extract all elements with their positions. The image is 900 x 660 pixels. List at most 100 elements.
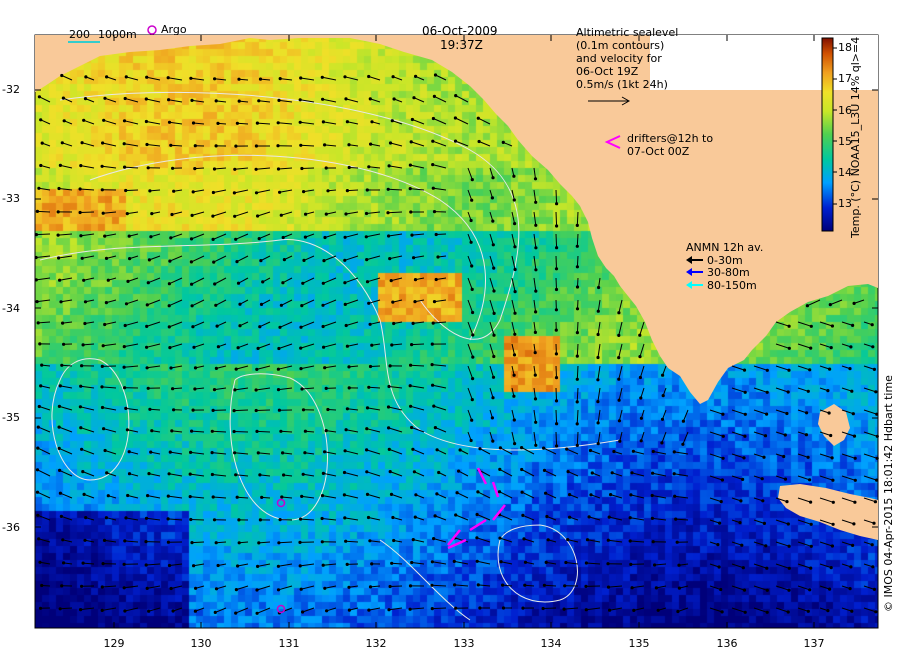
- velocity-arrow: [213, 189, 227, 193]
- velocity-arrow-head: [281, 281, 285, 285]
- velocity-arrow: [630, 494, 645, 499]
- velocity-arrow: [191, 233, 205, 240]
- velocity-arrow-head: [476, 583, 480, 587]
- argo-legend-icon: [147, 25, 157, 35]
- velocity-arrow-head: [167, 563, 172, 568]
- velocity-arrow-head: [809, 500, 813, 504]
- velocity-arrow: [639, 365, 645, 378]
- velocity-arrow: [169, 255, 183, 262]
- velocity-arrow-head: [534, 223, 538, 227]
- velocity-arrow: [433, 321, 447, 324]
- velocity-arrow-head: [214, 144, 218, 148]
- velocity-arrow: [58, 233, 73, 236]
- velocity-arrow: [345, 299, 359, 305]
- velocity-arrow-head: [254, 408, 258, 413]
- velocity-arrow-head: [211, 190, 215, 195]
- velocity-arrow: [467, 321, 474, 336]
- altimetry-line-4: 06-Oct 19Z: [576, 65, 639, 78]
- velocity-arrow: [654, 563, 667, 566]
- velocity-arrow-head: [347, 165, 351, 170]
- velocity-arrow-head: [234, 588, 238, 592]
- velocity-arrow: [682, 431, 689, 445]
- velocity-arrow-head: [367, 74, 371, 79]
- velocity-arrow-head: [145, 303, 149, 307]
- velocity-arrow-head: [302, 190, 306, 194]
- velocity-arrow-head: [568, 515, 572, 519]
- velocity-arrow: [235, 474, 249, 477]
- velocity-arrow: [170, 365, 183, 369]
- velocity-arrow-head: [60, 584, 64, 588]
- velocity-arrow: [36, 255, 51, 258]
- velocity-arrow: [586, 607, 601, 611]
- velocity-arrow-head: [58, 491, 63, 495]
- velocity-arrow: [83, 119, 95, 125]
- velocity-arrow: [60, 164, 73, 169]
- velocity-arrow-head: [499, 560, 503, 564]
- velocity-arrow-head: [596, 309, 600, 313]
- velocity-arrow-head: [389, 492, 394, 496]
- velocity-arrow: [545, 492, 557, 499]
- altimetry-note: Altimetric sealevel (0.1m contours) and …: [576, 26, 678, 91]
- velocity-arrow: [146, 144, 161, 147]
- velocity-arrow-head: [458, 448, 462, 452]
- velocity-arrow-head: [256, 451, 260, 455]
- velocity-arrow: [60, 492, 73, 499]
- velocity-arrow-head: [491, 439, 495, 443]
- velocity-arrow-head: [555, 246, 559, 250]
- velocity-arrow-head: [368, 322, 372, 326]
- velocity-arrow-head: [490, 196, 494, 200]
- velocity-arrow-head: [630, 471, 634, 475]
- velocity-arrow: [639, 321, 645, 336]
- velocity-arrow: [238, 277, 249, 284]
- velocity-arrow: [323, 277, 337, 284]
- velocity-arrow: [388, 607, 403, 611]
- velocity-arrow-head: [596, 421, 600, 425]
- velocity-arrow: [368, 76, 381, 81]
- velocity-arrow-head: [100, 585, 104, 589]
- velocity-arrow-head: [214, 366, 218, 370]
- velocity-arrow-head: [607, 515, 611, 519]
- drifter-track: [492, 504, 506, 521]
- velocity-arrow-head: [216, 563, 220, 568]
- velocity-arrow: [411, 343, 425, 346]
- velocity-arrow: [344, 494, 359, 499]
- velocity-arrow: [477, 560, 491, 565]
- velocity-arrow: [281, 211, 293, 216]
- velocity-arrow-head: [520, 490, 524, 494]
- velocity-arrow-head: [743, 434, 747, 438]
- velocity-arrow-head: [431, 186, 435, 190]
- velocity-arrow-head: [827, 411, 831, 415]
- velocity-arrow-head: [638, 375, 643, 380]
- y-tick-35: -35: [2, 411, 20, 424]
- velocity-arrow: [127, 211, 139, 215]
- velocity-arrow: [346, 429, 359, 433]
- velocity-arrow: [104, 450, 117, 455]
- velocity-arrow-head: [368, 364, 373, 369]
- velocity-arrow-head: [432, 537, 436, 541]
- velocity-arrow-head: [741, 566, 745, 570]
- velocity-arrow: [489, 365, 494, 378]
- velocity-arrow: [102, 585, 117, 588]
- velocity-arrow: [344, 76, 359, 81]
- velocity-arrow: [61, 515, 73, 521]
- velocity-arrow: [300, 343, 315, 349]
- velocity-arrow: [124, 120, 139, 125]
- velocity-arrow-head: [738, 521, 742, 525]
- velocity-arrow: [467, 409, 473, 421]
- velocity-arrow-head: [521, 513, 525, 518]
- velocity-arrow-head: [365, 406, 370, 410]
- velocity-arrow: [511, 211, 516, 224]
- velocity-arrow: [102, 165, 117, 169]
- velocity-arrow: [104, 321, 117, 325]
- velocity-arrow-head: [323, 143, 327, 147]
- velocity-arrow: [168, 299, 183, 307]
- velocity-arrow-head: [35, 468, 40, 472]
- velocity-arrow-head: [145, 345, 149, 349]
- velocity-arrow-head: [617, 398, 621, 402]
- velocity-arrow-head: [681, 442, 685, 446]
- velocity-arrow-head: [127, 450, 131, 454]
- velocity-arrow: [555, 211, 558, 227]
- velocity-arrow-head: [563, 584, 567, 588]
- velocity-arrow-head: [475, 512, 479, 517]
- velocity-arrow: [511, 233, 516, 247]
